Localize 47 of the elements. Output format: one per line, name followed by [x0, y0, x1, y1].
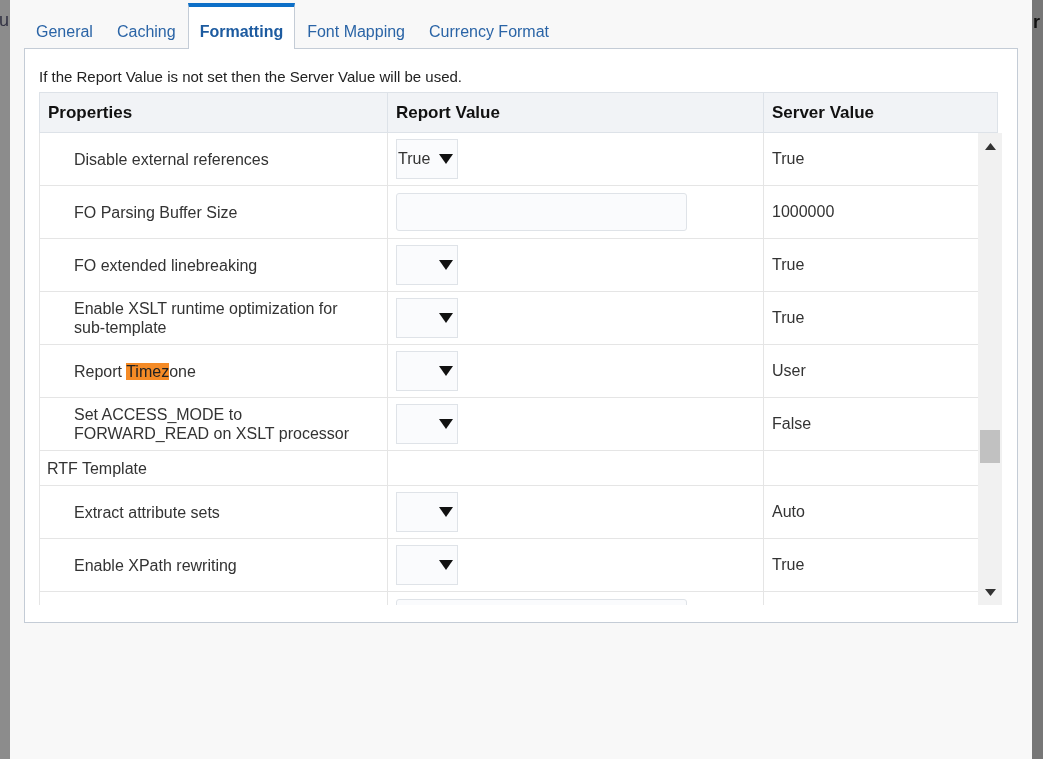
property-label: Set ACCESS_MODE to FORWARD_READ on XSLT processor: [73, 405, 351, 443]
caret-icon: [439, 154, 453, 164]
background-text: r: [1033, 12, 1040, 33]
column-header: Properties: [40, 93, 388, 132]
property-label: Report Timezone: [73, 361, 197, 381]
server-value: True: [772, 150, 805, 168]
column-header: Report Value: [388, 93, 764, 132]
group-label: RTF Template: [46, 458, 148, 478]
dropdown[interactable]: [396, 545, 458, 585]
scroll-down-icon[interactable]: [985, 589, 996, 596]
property-label: Disable external references: [73, 149, 270, 169]
dropdown[interactable]: True: [396, 139, 458, 179]
dropdown[interactable]: [396, 492, 458, 532]
property-label: FO extended linebreaking: [73, 255, 259, 275]
server-value: True: [772, 256, 805, 274]
server-value: 1000000: [772, 203, 835, 221]
property-label: Enable XSLT runtime optimization for sub-template: [73, 299, 339, 337]
info-text: If the Report Value is not set then the Server Value will be used.: [39, 68, 464, 85]
dropdown[interactable]: [396, 404, 458, 444]
property-label: FO Parsing Buffer Size: [73, 202, 239, 222]
scrollbar[interactable]: [978, 133, 1002, 605]
caret-icon: [439, 419, 453, 429]
property-label: Enable XPath rewriting: [73, 555, 238, 575]
tab[interactable]: Font Mapping: [295, 3, 417, 48]
background-text: u: [0, 10, 9, 31]
server-value: User: [772, 362, 806, 380]
server-value: False: [772, 415, 812, 433]
dropdown[interactable]: [396, 245, 458, 285]
dropdown[interactable]: [396, 351, 458, 391]
server-value: True: [772, 556, 805, 574]
caret-icon: [439, 313, 453, 323]
caret-icon: [439, 260, 453, 270]
tab[interactable]: General: [24, 3, 105, 48]
scrollbar-thumb[interactable]: [980, 430, 1000, 463]
property-label: Extract attribute sets: [73, 502, 221, 522]
server-value: True: [772, 309, 805, 327]
column-header: Server Value: [771, 101, 876, 124]
tab[interactable]: Caching: [104, 3, 188, 48]
input-field[interactable]: [396, 193, 687, 231]
caret-icon: [439, 507, 453, 517]
tab[interactable]: Currency Format: [417, 3, 562, 48]
tab[interactable]: Formatting: [187, 3, 296, 49]
dropdown[interactable]: [396, 298, 458, 338]
server-value: Auto: [772, 503, 805, 521]
caret-icon: [439, 560, 453, 570]
caret-icon: [439, 366, 453, 376]
scroll-up-icon[interactable]: [985, 143, 996, 150]
